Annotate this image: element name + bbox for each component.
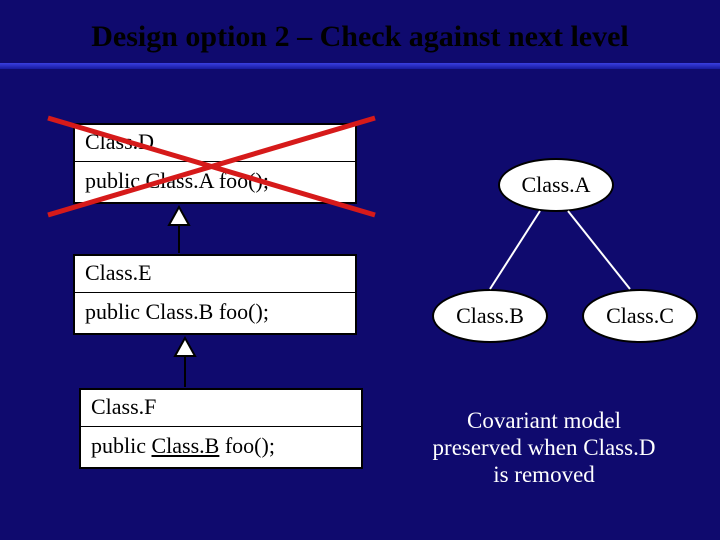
title-underline <box>0 63 720 69</box>
uml-class-d: Class.D public Class.A foo(); <box>73 123 357 204</box>
page-title: Design option 2 – Check against next lev… <box>0 20 720 54</box>
uml-class-f-name: Class.F <box>81 390 361 427</box>
inherit-arrow-f-to-e <box>175 338 195 387</box>
uml-class-e: Class.E public Class.B foo(); <box>73 254 357 335</box>
uml-class-e-name: Class.E <box>75 256 355 293</box>
uml-class-d-method: public Class.A foo(); <box>75 162 355 202</box>
uml-class-e-method: public Class.B foo(); <box>75 293 355 333</box>
uml-class-f-method-return: Class.B <box>152 433 220 458</box>
uml-class-f-method-prefix: public <box>91 433 152 458</box>
caption-line-2: preserved when Class.D <box>433 435 656 460</box>
uml-class-f: Class.F public Class.B foo(); <box>79 388 363 469</box>
uml-class-d-name: Class.D <box>75 125 355 162</box>
uml-class-f-method: public Class.B foo(); <box>81 427 361 467</box>
caption-text: Covariant model preserved when Class.D i… <box>384 407 704 488</box>
caption-line-3: is removed <box>493 462 595 487</box>
inherit-arrow-e-to-d <box>169 207 189 253</box>
hierarchy-lines <box>490 211 630 289</box>
caption-line-1: Covariant model <box>467 408 621 433</box>
uml-class-f-method-suffix: foo(); <box>219 433 275 458</box>
oval-class-a: Class.A <box>498 158 614 212</box>
oval-class-b: Class.B <box>432 289 548 343</box>
oval-class-c: Class.C <box>582 289 698 343</box>
